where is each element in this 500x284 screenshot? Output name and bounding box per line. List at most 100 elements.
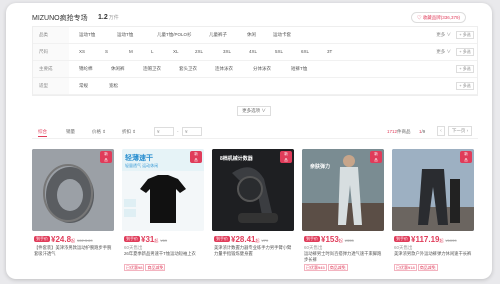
- product-image[interactable]: 8档机械计数器 新品: [212, 149, 294, 231]
- promo-tag: 新品: [100, 151, 112, 163]
- filter-more-button[interactable]: 更多 ∨: [436, 44, 451, 60]
- filter-option[interactable]: 运动T恤: [117, 27, 133, 43]
- tag: 商品减免: [145, 264, 166, 271]
- filter-option[interactable]: 分体泳衣: [253, 61, 271, 77]
- product-image[interactable]: 新品: [32, 149, 114, 231]
- product-title[interactable]: 【件套装】美津浓男款运动护腕跑步手腕套吸汗透气: [34, 245, 112, 257]
- filter-panel: 品类 运动T恤 运动T恤 儿童T恤/POLO衫 儿童裤子 休闲 运动卡套 更多 …: [32, 26, 478, 96]
- tag: 已优惠¥18: [394, 264, 417, 271]
- filter-label: 主要成: [33, 61, 69, 77]
- filter-option[interactable]: 2XL: [195, 44, 203, 60]
- filter-option[interactable]: 运动T恤: [79, 27, 95, 43]
- tag-list: 已优惠¥8 商品减免: [124, 264, 166, 271]
- product-title[interactable]: 26年夏季新品男速干T恤运动短袖上衣: [124, 251, 202, 263]
- page-title: MIZUNO疯抢专场: [32, 15, 88, 22]
- filter-option[interactable]: 运动卡套: [273, 27, 291, 43]
- filter-option[interactable]: 连帽卫衣: [143, 61, 161, 77]
- filter-option[interactable]: 4XL: [249, 44, 257, 60]
- promo-tag: 新品: [190, 151, 202, 163]
- filter-option[interactable]: 短裤T恤: [291, 61, 307, 77]
- product-title[interactable]: 美津浓男款户外运动裤弹力休闲速干长裤: [394, 251, 472, 263]
- filter-option[interactable]: 6XL: [301, 44, 309, 60]
- price-suffix: 起: [154, 238, 159, 243]
- prev-page-button[interactable]: ‹: [437, 126, 445, 136]
- filter-multi-button[interactable]: + 多选: [456, 82, 474, 90]
- product-title[interactable]: 运动裤男士时尚百搭弹力透气速干束脚跑步长裤: [304, 251, 382, 263]
- filter-option[interactable]: 休闲: [247, 27, 256, 43]
- filter-option[interactable]: 宽松: [109, 78, 118, 94]
- product-card[interactable]: 新品 到手价 ¥117.19起 ¥1099 60天售出 美津浓男款户外运动裤弹力休闲…: [392, 149, 474, 279]
- promo-tag: 新品: [460, 151, 472, 163]
- favorite-brand-button[interactable]: ♡ 收藏品牌(336,379): [410, 12, 466, 23]
- filter-option[interactable]: 锦纶棉: [79, 61, 93, 77]
- price-badge: 到手价: [304, 236, 320, 242]
- page-total: /9: [421, 129, 426, 134]
- item-count: 1.2万件: [98, 14, 119, 21]
- filter-multi-button[interactable]: + 多选: [456, 48, 474, 56]
- product-card[interactable]: 新品 到手价 ¥24.8起 ¥62.3.69 【件套装】美津浓男款运动护腕跑步手腕套…: [32, 149, 114, 279]
- filter-multi-button[interactable]: + 多选: [456, 31, 474, 39]
- filter-option[interactable]: 套头卫衣: [179, 61, 197, 77]
- sort-tab-sales[interactable]: 销量: [66, 127, 75, 137]
- page-frame: MIZUNO疯抢专场 1.2万件 ♡ 收藏品牌(336,379) 品类 运动T恤…: [6, 3, 492, 279]
- price: ¥31: [141, 235, 155, 244]
- more-options-button[interactable]: 更多选项 ∨: [237, 106, 271, 116]
- product-card[interactable]: 8档机械计数器 新品 到手价 ¥28.41起 ¥79 美津浓计数握力器专业练手力男手…: [212, 149, 294, 279]
- product-image[interactable]: 亲肤弹力 新品: [302, 149, 384, 231]
- filter-option[interactable]: 儿童T恤/POLO衫: [157, 27, 192, 43]
- price: ¥153: [321, 235, 339, 244]
- tag: 商品减免: [417, 264, 438, 271]
- product-card[interactable]: 亲肤弹力 新品 到手价 ¥153起 ¥355 60天售出 运动裤男士时尚百搭弹力透气…: [302, 149, 384, 279]
- filter-multi-button[interactable]: + 多选: [456, 65, 474, 73]
- filter-option[interactable]: 3XL: [223, 44, 231, 60]
- price-suffix: 起: [255, 238, 260, 243]
- original-price: ¥62.3.69: [77, 238, 93, 243]
- price-line: 到手价 ¥28.41起 ¥79: [214, 235, 268, 244]
- filter-row-size: 尺码 XS S M L XL 2XL 3XL 4XL 5XL 6XL 3T 更多…: [33, 44, 477, 61]
- filter-more-button[interactable]: 更多 ∨: [436, 27, 451, 43]
- item-count-number: 1.2: [98, 14, 108, 21]
- result-total: 1712件商品: [387, 127, 411, 137]
- sort-tab-price[interactable]: 价格 ⇕: [92, 127, 106, 137]
- price-line: 到手价 ¥117.19起 ¥1099: [394, 235, 457, 244]
- filter-option[interactable]: M: [129, 44, 133, 60]
- filter-label: 品类: [33, 27, 69, 43]
- filter-option[interactable]: S: [105, 44, 108, 60]
- tag-list: 已优惠¥45 商品减免: [304, 264, 349, 271]
- sort-bar: 综合 销量 价格 ⇕ 折扣 ⇕ ¥ - ¥ 1712件商品 1/9 ‹ 下一页 …: [32, 124, 478, 139]
- filter-option[interactable]: 连体泳衣: [215, 61, 233, 77]
- original-price: ¥1099: [445, 238, 457, 243]
- price-min-input[interactable]: ¥: [154, 127, 174, 136]
- tag: 已优惠¥8: [124, 264, 145, 271]
- tag-list: 已优惠¥18 商品减免: [394, 264, 439, 271]
- page-indicator: 1/9: [419, 127, 425, 137]
- next-page-button[interactable]: 下一页 ›: [448, 126, 472, 136]
- product-card[interactable]: 轻薄速干 轻量透气 运动休闲 新品 到手价 ¥31起 ¥69 60天售出 26年夏季…: [122, 149, 204, 279]
- price: ¥24.8: [51, 235, 72, 244]
- price-line: 到手价 ¥31起 ¥69: [124, 235, 167, 244]
- sort-tab-discount[interactable]: 折扣 ⇕: [122, 127, 136, 137]
- price: ¥117.19: [411, 235, 440, 244]
- filter-option[interactable]: L: [151, 44, 154, 60]
- promo-tag: 新品: [280, 151, 292, 163]
- filter-option[interactable]: 休闲裤: [111, 61, 125, 77]
- filter-option[interactable]: 儿童裤子: [209, 27, 227, 43]
- filter-option[interactable]: XL: [173, 44, 179, 60]
- product-image[interactable]: 轻薄速干 轻量透气 运动休闲 新品: [122, 149, 204, 231]
- sort-tab-default[interactable]: 综合: [38, 127, 47, 137]
- original-price: ¥355: [344, 238, 354, 243]
- filter-option[interactable]: 常规: [79, 78, 88, 94]
- product-image[interactable]: 新品: [392, 149, 474, 231]
- filter-option[interactable]: 3T: [327, 44, 332, 60]
- result-total-suffix: 件商品: [397, 129, 411, 134]
- price-max-input[interactable]: ¥: [182, 127, 202, 136]
- filter-option[interactable]: XS: [79, 44, 85, 60]
- promo-tag: 新品: [370, 151, 382, 163]
- price-badge: 到手价: [34, 236, 50, 242]
- filter-option[interactable]: 5XL: [275, 44, 283, 60]
- price-line: 到手价 ¥153起 ¥355: [304, 235, 354, 244]
- product-title[interactable]: 美津浓计数握力器专业练手力男手臂小臂力量手指锻炼健身握: [214, 245, 292, 257]
- price-suffix: 起: [338, 238, 343, 243]
- result-total-number: 1712: [387, 129, 398, 134]
- filter-row-category: 品类 运动T恤 运动T恤 儿童T恤/POLO衫 儿童裤子 休闲 运动卡套 更多 …: [33, 27, 477, 44]
